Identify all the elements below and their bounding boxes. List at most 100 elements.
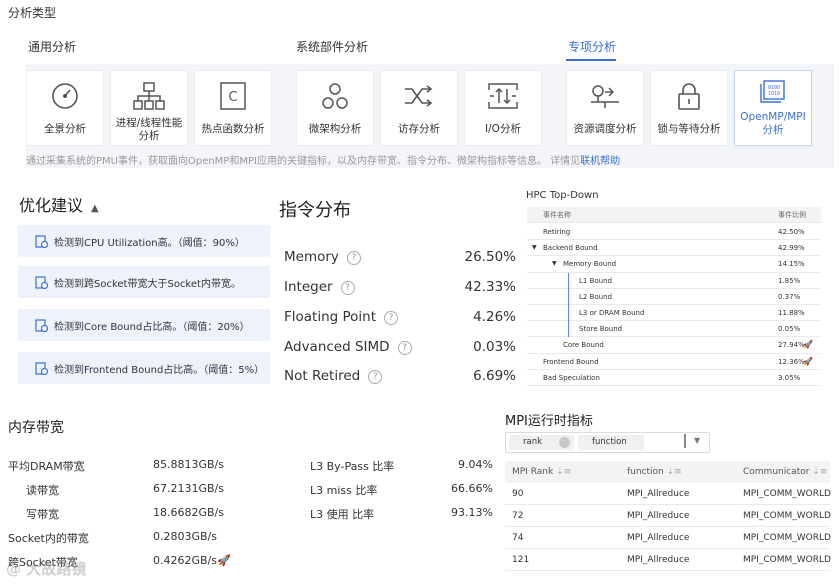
sort-icon[interactable]: ⇣≡ (667, 467, 682, 477)
description-body: 通过采集系统的PMU事件，获取面向OpenMP和MPI应用的关键指标，以及内存带… (26, 156, 581, 167)
column-header-label: Communicator (743, 467, 810, 477)
rocket-icon: 🚀 (803, 356, 813, 366)
column-header-label: function (627, 467, 664, 477)
topdown-row[interactable]: ▼ Memory Bound 14.15% (527, 256, 821, 273)
instruction-name: Memory (284, 249, 339, 265)
bandwidth-value: 67.2131GB/s (153, 482, 224, 495)
tab-general-analysis[interactable]: 通用分析 (28, 38, 76, 55)
tab-system-component-analysis[interactable]: 系统部件分析 (296, 38, 368, 55)
bandwidth-label: 平均DRAM带宽 (8, 460, 85, 473)
card-process-thread-analysis[interactable]: 进程/线程性能分析 (110, 70, 188, 146)
suggestion-text: 检测到Core Bound占比高。（阈值：20%） (54, 321, 250, 333)
card-label: 资源调度分析 (573, 123, 637, 135)
optimization-title-text: 优化建议 (19, 196, 84, 215)
rocket-icon: 🚀 (217, 554, 231, 567)
topdown-row[interactable]: L3 or DRAM Bound 11.88% (527, 305, 821, 322)
topdown-event-ratio: 14.15% (778, 260, 805, 269)
mpi-metrics-title: MPI运行时指标 (505, 414, 593, 429)
topdown-row[interactable]: L1 Bound 1.85% (527, 272, 821, 289)
instruction-distribution-title: 指令分布 (279, 200, 351, 221)
card-memory-access-analysis[interactable]: 访存分析 (380, 70, 458, 146)
topdown-row[interactable]: L2 Bound 0.37% (527, 288, 821, 305)
topdown-row[interactable]: Frontend Bound 12.36% 🚀 (527, 354, 821, 370)
suggestion-item[interactable]: 检测到CPU Utilization高。（阈值：90%） (18, 225, 270, 257)
column-header[interactable]: Communicator ⇣≡ (743, 461, 827, 483)
card-microarchitecture-analysis[interactable]: 微架构分析 (296, 70, 374, 146)
section-title: 分析类型 (8, 6, 57, 20)
topdown-event-ratio: 0.37% (778, 292, 801, 301)
table-cell: 72 (512, 511, 524, 521)
bandwidth-label: Socket内的带宽 (8, 532, 89, 545)
tag-close-icon[interactable] (559, 437, 570, 448)
expand-caret-icon[interactable]: ▼ (532, 240, 537, 256)
topdown-event-name: Core Bound (563, 341, 604, 350)
suggestion-item[interactable]: 检测到Core Bound占比高。（阈值：20%） (18, 309, 270, 341)
report-icon (35, 275, 48, 289)
sort-icon[interactable]: ⇣≡ (556, 467, 571, 477)
table-row[interactable]: 121 MPI_Allreduce MPI_COMM_WORLD (505, 549, 831, 571)
topdown-event-name: Retiring (543, 228, 571, 236)
topdown-event-name: L1 Bound (579, 276, 612, 285)
lock-icon (651, 81, 727, 111)
topdown-event-name: Memory Bound (563, 260, 617, 269)
help-icon[interactable]: ? (340, 281, 355, 295)
topdown-event-ratio: 3.05% (778, 373, 801, 382)
suggestion-item[interactable]: 检测到Frontend Bound占比高。（阈值：5%） (18, 352, 270, 384)
io-icon (465, 81, 541, 111)
topdown-event-name: Bad Speculation (543, 373, 600, 382)
table-row[interactable]: 72 MPI_Allreduce MPI_COMM_WORLD (505, 505, 831, 527)
table-cell: 90 (512, 489, 524, 499)
openmp-mpi-icon: 0100 1010 (735, 77, 811, 107)
filter-tag-rank[interactable]: rank (509, 435, 574, 450)
help-link[interactable]: 联机帮助 (580, 156, 620, 167)
topdown-event-ratio: 0.05% (778, 325, 801, 334)
instruction-row: Integer? 42.33% (284, 279, 516, 295)
tab-special-analysis[interactable]: 专项分析 (568, 38, 616, 55)
optimization-title[interactable]: 优化建议 ▲ (19, 192, 99, 216)
topdown-row[interactable]: Core Bound 27.94% 🚀 (527, 337, 821, 354)
tree-guide-line (568, 321, 569, 338)
card-lock-wait-analysis[interactable]: 锁与等待分析 (650, 70, 728, 146)
table-cell: MPI_COMM_WORLD (743, 533, 831, 543)
table-row[interactable]: 90 MPI_Allreduce MPI_COMM_WORLD (505, 483, 831, 505)
topdown-event-ratio: 27.94% (778, 341, 805, 350)
help-icon[interactable]: ? (346, 251, 361, 265)
topdown-row[interactable]: Bad Speculation 3.05% (527, 370, 821, 386)
cache-ratio-value: 93.13% (451, 506, 493, 519)
chevron-down-icon[interactable]: ▼ (694, 436, 700, 445)
help-icon[interactable]: ? (368, 370, 383, 384)
help-icon[interactable]: ? (384, 311, 399, 325)
topdown-row[interactable]: ▼ Backend Bound 42.99% (527, 240, 821, 257)
table-cell: MPI_Allreduce (627, 511, 690, 521)
filter-tag-label: rank (523, 437, 543, 447)
gauge-icon (27, 81, 103, 111)
column-header[interactable]: function ⇣≡ (627, 461, 682, 483)
tree-guide-line (568, 272, 569, 289)
topdown-event-ratio: 1.85% (778, 276, 801, 285)
suggestion-item[interactable]: 检测到跨Socket带宽大于Socket内带宽。 (18, 266, 270, 298)
card-panorama-analysis[interactable]: 全景分析 (26, 70, 104, 146)
code-c-icon: C (195, 81, 271, 111)
column-header[interactable]: MPI Rank ⇣≡ (512, 461, 571, 483)
card-label: I/O分析 (485, 123, 521, 135)
topdown-row[interactable]: Store Bound 0.05% (527, 321, 821, 338)
description-text: 通过采集系统的PMU事件，获取面向OpenMP和MPI应用的关键指标，以及内存带… (26, 152, 620, 167)
card-hotspot-function-analysis[interactable]: C 热点函数分析 (194, 70, 272, 146)
bandwidth-value: 85.8813GB/s (153, 458, 224, 471)
filter-tag-function[interactable]: function (578, 435, 644, 450)
topdown-event-ratio: 12.36% (778, 357, 805, 366)
collapse-caret-icon[interactable]: ▲ (91, 203, 99, 214)
report-icon (35, 361, 48, 375)
cache-ratio-label: L3 By-Pass 比率 (310, 460, 395, 473)
topdown-row[interactable]: Retiring 42.50% (527, 224, 821, 241)
cache-ratio-value: 66.66% (451, 482, 493, 495)
instruction-value: 0.03% (473, 339, 516, 355)
help-icon[interactable]: ? (397, 341, 412, 355)
card-resource-scheduling-analysis[interactable]: 资源调度分析 (566, 70, 644, 146)
card-io-analysis[interactable]: I/O分析 (464, 70, 542, 146)
sort-icon[interactable]: ⇣≡ (812, 467, 827, 477)
instruction-name: Floating Point (284, 309, 377, 325)
table-row[interactable]: 74 MPI_Allreduce MPI_COMM_WORLD (505, 527, 831, 549)
card-openmp-mpi-analysis[interactable]: 0100 1010 OpenMP/MPI分析 (734, 70, 812, 146)
expand-caret-icon[interactable]: ▼ (552, 256, 557, 272)
